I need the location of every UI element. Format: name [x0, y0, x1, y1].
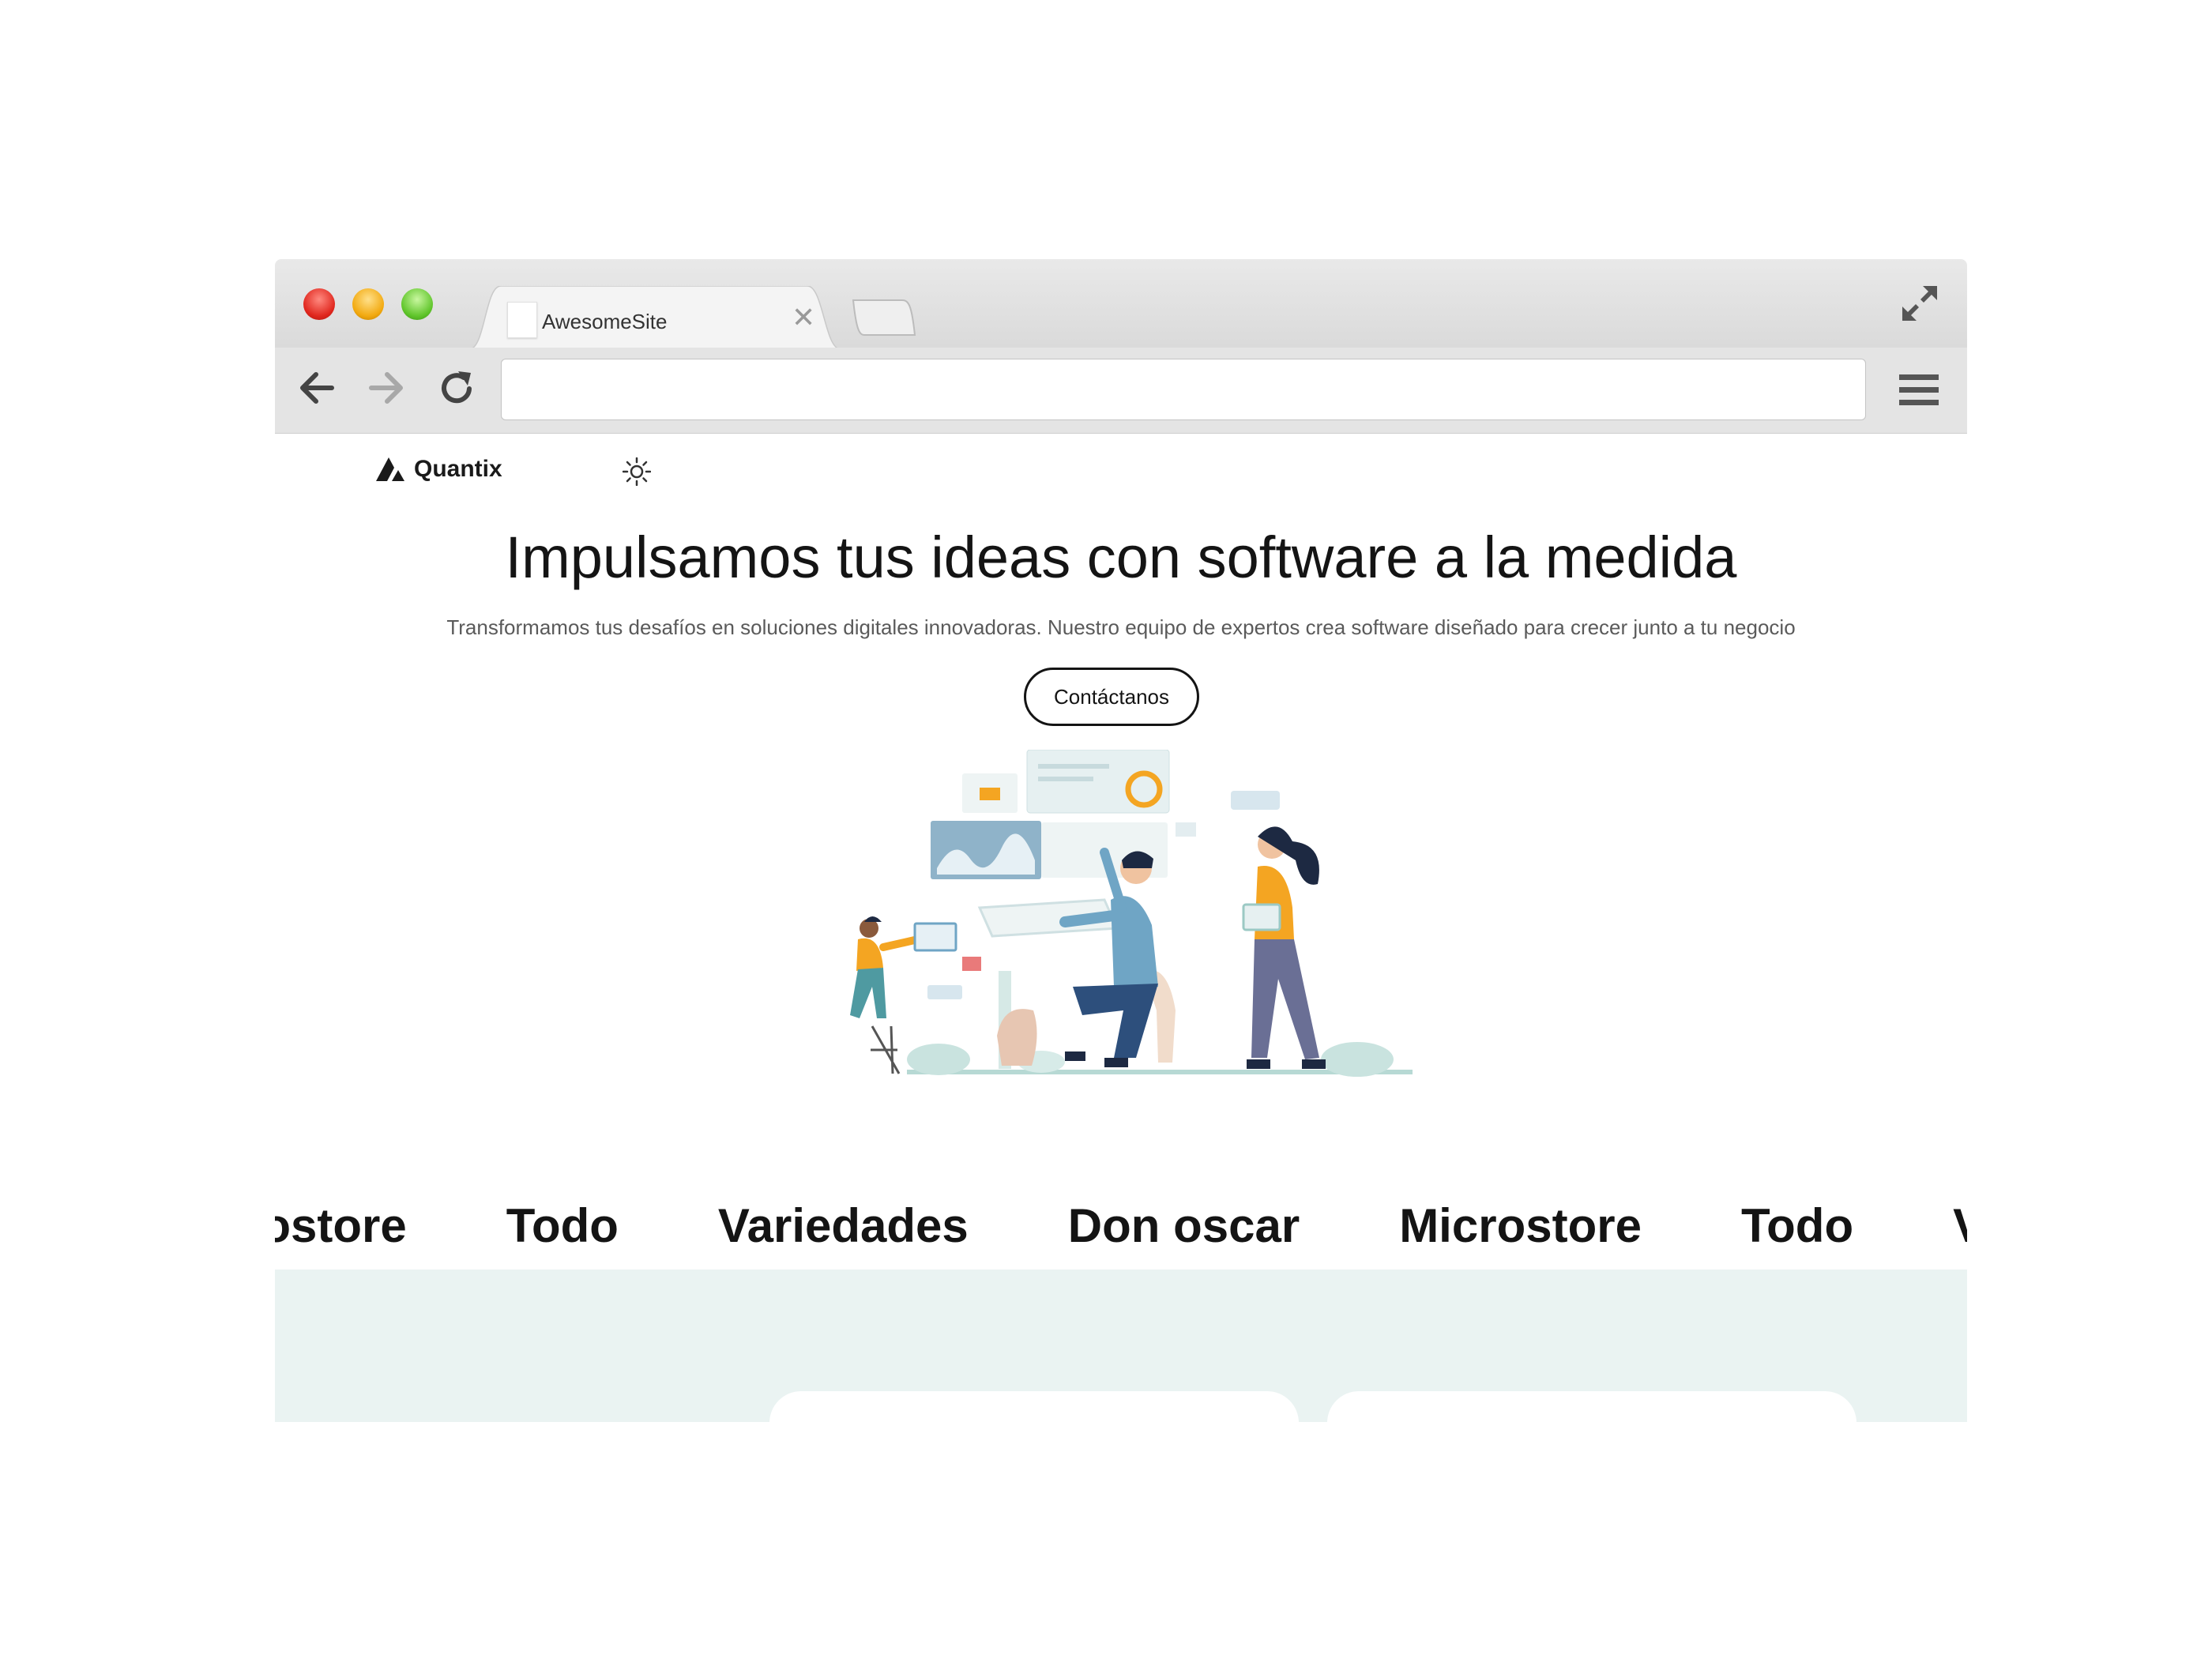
client-logos-marquee: Microstore Todo Variedades Don oscar Mic… [275, 1191, 1967, 1262]
web-page: Quantix Impulsamos tus ideas con softwar… [275, 434, 1967, 1422]
hero-subtitle: Transformamos tus desafíos en soluciones… [446, 615, 1796, 639]
client-name: Microstore [275, 1199, 407, 1252]
browser-titlebar: AwesomeSite ✕ [275, 259, 1967, 349]
browser-tab[interactable]: AwesomeSite ✕ [469, 286, 841, 349]
logo-triangle-icon [376, 457, 404, 481]
reload-icon[interactable] [438, 370, 476, 408]
tab-close-icon[interactable]: ✕ [792, 303, 815, 332]
sun-icon[interactable] [623, 457, 651, 486]
tab-title: AwesomeSite [542, 310, 668, 333]
zoom-window-button[interactable] [401, 288, 433, 320]
client-name: Todo [1740, 1199, 1854, 1252]
browser-window: AwesomeSite ✕ Quantix Impulsamos tus ide… [275, 259, 1967, 1422]
arrow-right-icon[interactable] [367, 370, 406, 406]
close-window-button[interactable] [303, 288, 335, 320]
client-name: Don oscar [1067, 1199, 1300, 1252]
minimize-window-button[interactable] [352, 288, 384, 320]
client-name: Microstore [1399, 1199, 1642, 1252]
page-favicon-icon [507, 302, 537, 338]
browser-toolbar [275, 348, 1967, 434]
client-name: Variedades [1953, 1191, 1967, 1262]
client-name: Todo [506, 1199, 619, 1252]
address-bar[interactable] [501, 359, 1866, 420]
hamburger-menu-icon[interactable] [1899, 373, 1939, 408]
expand-icon[interactable] [1899, 283, 1940, 324]
client-name: Variedades [717, 1199, 969, 1252]
site-logo[interactable]: Quantix [374, 456, 502, 483]
contact-button[interactable]: Contáctanos [1024, 668, 1199, 726]
team-working-illustration [850, 750, 1413, 1077]
service-card[interactable] [1327, 1391, 1856, 1422]
arrow-left-icon[interactable] [297, 370, 337, 406]
hero-title: Impulsamos tus ideas con software a la m… [505, 525, 1737, 590]
logo-text: Quantix [414, 456, 502, 482]
new-tab-button[interactable] [852, 299, 916, 337]
service-card[interactable] [769, 1391, 1299, 1422]
services-section [275, 1270, 1967, 1422]
